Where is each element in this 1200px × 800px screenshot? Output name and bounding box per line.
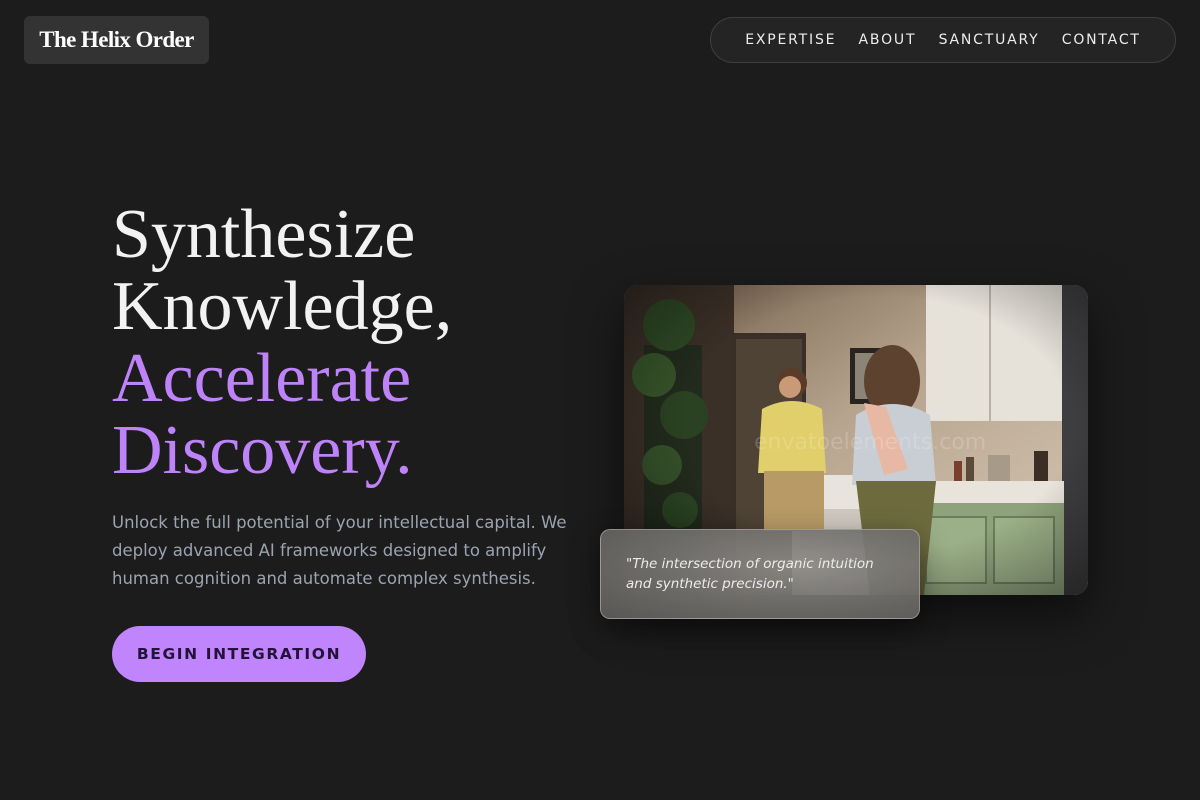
headline-line-4: Discovery. bbox=[112, 412, 413, 489]
quote-card: "The intersection of organic intuition a… bbox=[600, 529, 920, 619]
headline-line-2: Knowledge, bbox=[112, 268, 453, 345]
nav-item-expertise[interactable]: EXPERTISE bbox=[745, 32, 836, 48]
quote-text: "The intersection of organic intuition a… bbox=[626, 556, 874, 592]
hero-description: Unlock the full potential of your intell… bbox=[112, 513, 567, 588]
nav-item-about[interactable]: ABOUT bbox=[859, 32, 917, 48]
nav-item-sanctuary[interactable]: SANCTUARY bbox=[939, 32, 1040, 48]
begin-integration-button[interactable]: BEGIN INTEGRATION bbox=[112, 626, 366, 682]
headline-line-3: Accelerate bbox=[112, 340, 412, 417]
headline-line-1: Synthesize bbox=[112, 196, 416, 273]
brand-logo[interactable]: The Helix Order bbox=[24, 16, 209, 64]
hero-headline: Synthesize Knowledge, Accelerate Discove… bbox=[112, 199, 452, 487]
nav-item-contact[interactable]: CONTACT bbox=[1062, 32, 1141, 48]
main-nav: EXPERTISE ABOUT SANCTUARY CONTACT bbox=[710, 17, 1176, 63]
